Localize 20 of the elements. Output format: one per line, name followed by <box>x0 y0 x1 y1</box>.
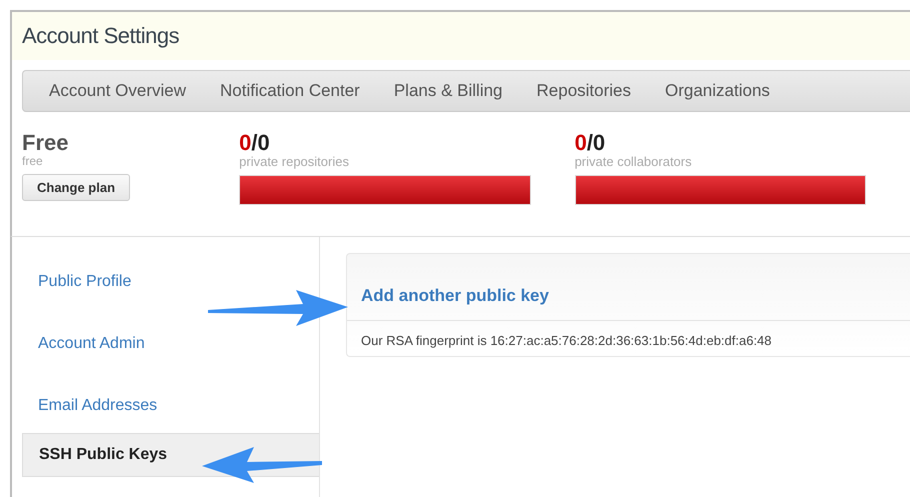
meter-label: private repositories <box>239 154 350 169</box>
fingerprint-text: Our RSA fingerprint is 16:27:ac:a5:76:28:2d:36:63:1b:56:4d:eb:df:a6:48 <box>360 332 773 348</box>
nav-tab[interactable]: Notification Center <box>203 70 377 112</box>
sidebar-item[interactable]: Public Profile <box>22 251 319 313</box>
plan-name: Free <box>22 132 70 154</box>
nav-tab[interactable]: Organizations <box>648 70 910 112</box>
add-key-link[interactable]: Add another public key <box>361 286 549 306</box>
arrow-icon <box>208 288 348 328</box>
usage-count: 0/0 <box>574 132 606 154</box>
usage-count: 0/0 <box>239 132 271 154</box>
sidebar-item[interactable]: Account Admin <box>22 313 319 375</box>
nav-tab[interactable]: Account Overview <box>22 70 203 112</box>
page-title: Account Settings <box>22 23 180 49</box>
arrow-icon <box>202 445 322 485</box>
plan-label: free <box>22 154 44 168</box>
nav-tab[interactable]: Plans & Billing <box>376 70 520 112</box>
nav-tab[interactable]: Repositories <box>520 70 648 112</box>
sidebar-item[interactable]: SSH Public Keys <box>22 433 319 477</box>
change-plan-button[interactable]: Change plan <box>22 174 130 201</box>
meter-label: private collaborators <box>574 154 693 169</box>
